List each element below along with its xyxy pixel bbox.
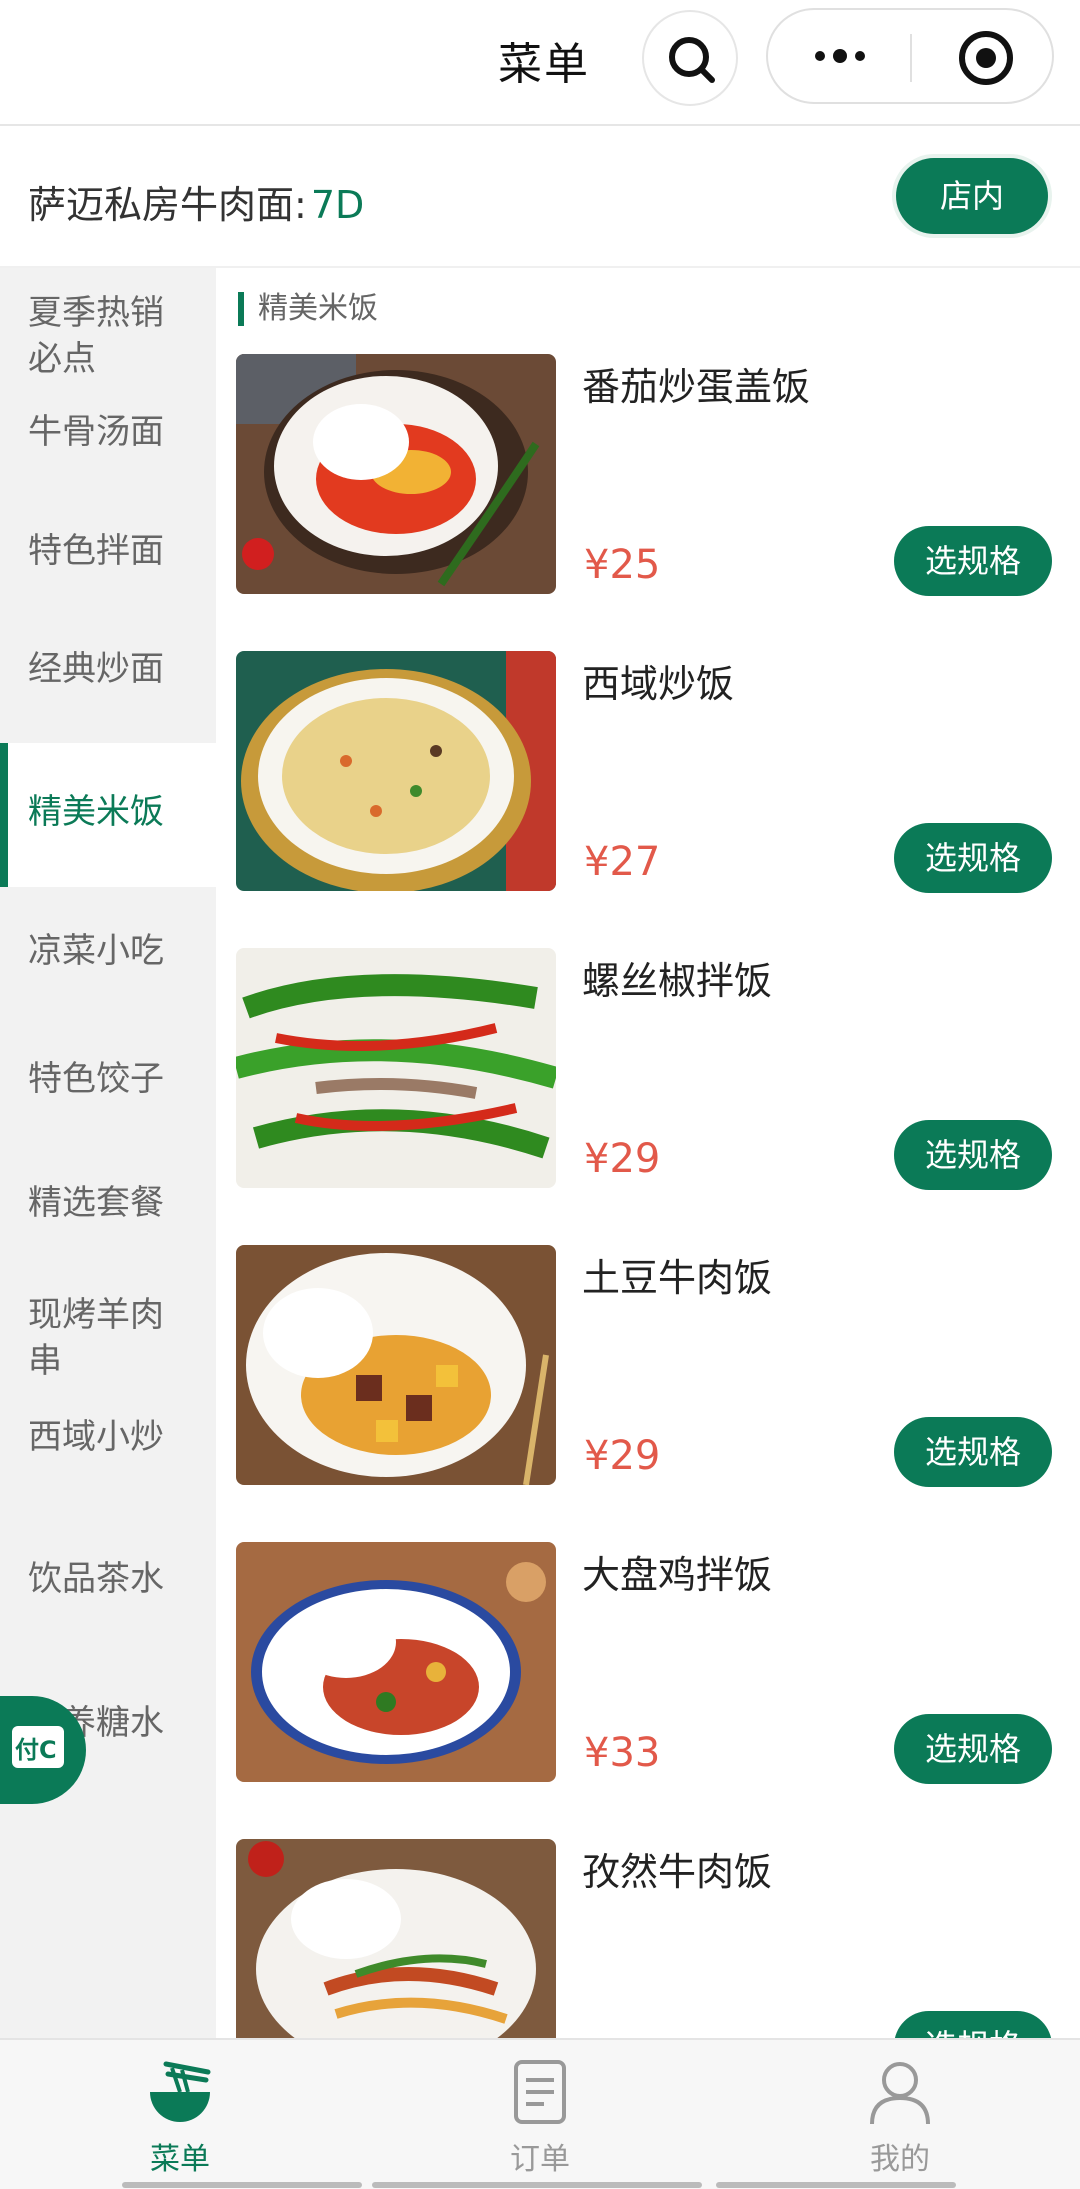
search-icon [669,37,715,83]
tab-orders[interactable]: 订单 [440,2058,640,2178]
dish-image[interactable] [236,354,556,594]
dish-name: 番茄炒蛋盖饭 [582,365,811,409]
store-code: 7D [310,183,365,227]
more-icon[interactable] [810,44,870,68]
dish-price: ¥27 [584,839,661,885]
sidebar-item[interactable]: 精选套餐 [0,1180,216,1226]
tab-indicator [122,2182,362,2188]
select-spec-button[interactable]: 选规格 [894,823,1052,893]
dish-name: 孜然牛肉饭 [582,1850,773,1894]
dish-name: 螺丝椒拌饭 [582,959,773,1003]
select-spec-button[interactable]: 选规格 [894,526,1052,596]
top-navigation-bar: 菜单 [0,0,1080,126]
sidebar-item[interactable]: 夏季热销必点 [0,290,216,382]
dish-price: ¥25 [584,542,661,588]
dish-name: 土豆牛肉饭 [582,1256,773,1300]
sidebar-item[interactable]: 现烤羊肉串 [0,1292,216,1384]
menu-item: 西域炒饭 ¥27 选规格 [236,651,1066,893]
dish-photo [236,651,556,891]
dish-name: 大盘鸡拌饭 [582,1553,773,1597]
dish-photo [236,1839,556,2038]
search-button[interactable] [642,10,738,106]
dish-photo [236,1245,556,1485]
page-title: 菜单 [498,39,590,90]
pay-icon-label: 付C [15,1736,57,1764]
menu-item: 大盘鸡拌饭 ¥33 选规格 [236,1542,1066,1784]
select-spec-button[interactable]: 选规格 [894,1714,1052,1784]
sidebar-item[interactable]: 饮品茶水 [0,1556,216,1602]
section-title: 精美米饭 [238,292,378,326]
dine-in-button[interactable]: 店内 [896,158,1048,234]
tab-menu[interactable]: 菜单 [80,2058,280,2178]
sidebar-item[interactable]: 牛骨汤面 [0,409,216,455]
dish-image[interactable] [236,651,556,891]
select-spec-button[interactable]: 选规格 [894,2011,1052,2038]
user-icon [870,2062,930,2125]
tab-indicator [372,2182,702,2188]
mini-program-capsule [766,8,1054,104]
menu-content: 精美米饭 番茄炒蛋盖饭 ¥25 选规格 西域炒饭 ¥27 选规格 螺丝椒拌饭 ¥… [216,268,1080,2038]
dish-name: 西域炒饭 [582,662,735,706]
store-label: 萨迈私房牛肉面: [28,183,307,227]
capsule-divider [910,34,912,82]
sidebar-item-active[interactable]: 精美米饭 [0,743,216,887]
dish-image[interactable] [236,1245,556,1485]
store-name: 萨迈私房牛肉面: 7D [28,174,364,229]
sidebar-item[interactable]: 特色饺子 [0,1056,216,1102]
tab-profile[interactable]: 我的 [800,2058,1000,2178]
dish-price: ¥29 [584,1136,661,1182]
document-icon [514,2060,566,2124]
dish-image[interactable] [236,948,556,1188]
tab-label: 订单 [510,2142,570,2177]
dish-image[interactable] [236,1839,556,2038]
noodle-bowl-icon [150,2061,211,2122]
dish-price: ¥29 [584,1433,661,1479]
dish-photo [236,354,556,594]
close-target-icon[interactable] [956,28,1016,88]
tab-label: 我的 [870,2142,930,2177]
sidebar-item[interactable]: 经典炒面 [0,646,216,692]
dish-photo [236,1542,556,1782]
select-spec-button[interactable]: 选规格 [894,1120,1052,1190]
menu-item: 螺丝椒拌饭 ¥29 选规格 [236,948,1066,1190]
pay-icon: 付C [12,1726,64,1768]
bottom-tab-bar: 菜单 订单 我的 [0,2038,1080,2189]
menu-item: 番茄炒蛋盖饭 ¥25 选规格 [236,354,1066,596]
dish-photo [236,948,556,1188]
tab-label: 菜单 [150,2142,210,2177]
store-header: 萨迈私房牛肉面: 7D 店内 [0,126,1080,268]
tab-indicator [716,2182,956,2188]
sidebar-item[interactable]: 西域小炒 [0,1414,216,1460]
dish-image[interactable] [236,1542,556,1782]
menu-item: 土豆牛肉饭 ¥29 选规格 [236,1245,1066,1487]
menu-item: 孜然牛肉饭 选规格 [236,1839,1066,2038]
sidebar-item[interactable]: 凉菜小吃 [0,928,216,974]
select-spec-button[interactable]: 选规格 [894,1417,1052,1487]
sidebar-item[interactable]: 特色拌面 [0,528,216,574]
dish-price: ¥33 [584,1730,661,1776]
